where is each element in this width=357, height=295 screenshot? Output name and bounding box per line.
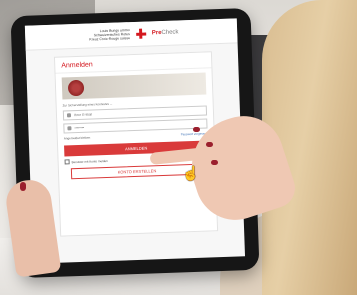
- checkbox[interactable]: [64, 159, 70, 165]
- email-value: Ihrer E-Mail: [73, 112, 93, 118]
- lock-icon: [67, 126, 72, 131]
- login-banner-image: [61, 72, 207, 100]
- nail-3: [211, 160, 218, 165]
- left-thumb-nail: [20, 182, 26, 191]
- checkbox-label: Benutzer mit Konto melden: [71, 158, 108, 164]
- nail-2: [206, 142, 213, 147]
- info-text-body: Zur Sicherstellung eines Kontextes ...: [62, 101, 113, 108]
- remember-label[interactable]: Angemeldet bleiben: [64, 136, 91, 141]
- password-value: ••••••••: [74, 125, 85, 131]
- hand-cursor-icon: ☝: [182, 165, 200, 181]
- login-card: Anmelden Zur Sicherstellung eines Kontex…: [53, 51, 219, 237]
- wax-seal-icon: [67, 79, 85, 97]
- brand-logo: PreCheck: [152, 29, 179, 36]
- login-title: Anmelden: [54, 52, 212, 74]
- nail-1: [193, 127, 200, 132]
- red-cross-icon: [136, 29, 146, 39]
- organization-name: Louis Bungy ummo Schweizerisches Rotes K…: [89, 28, 131, 42]
- app-header: Louis Bungy ummo Schweizerisches Rotes K…: [24, 18, 238, 51]
- footer-text: [32, 236, 244, 243]
- user-icon: [66, 113, 72, 118]
- photo-scene: Louis Bungy ummo Schweizerisches Rotes K…: [0, 0, 357, 295]
- brand-sub: Check: [161, 29, 179, 37]
